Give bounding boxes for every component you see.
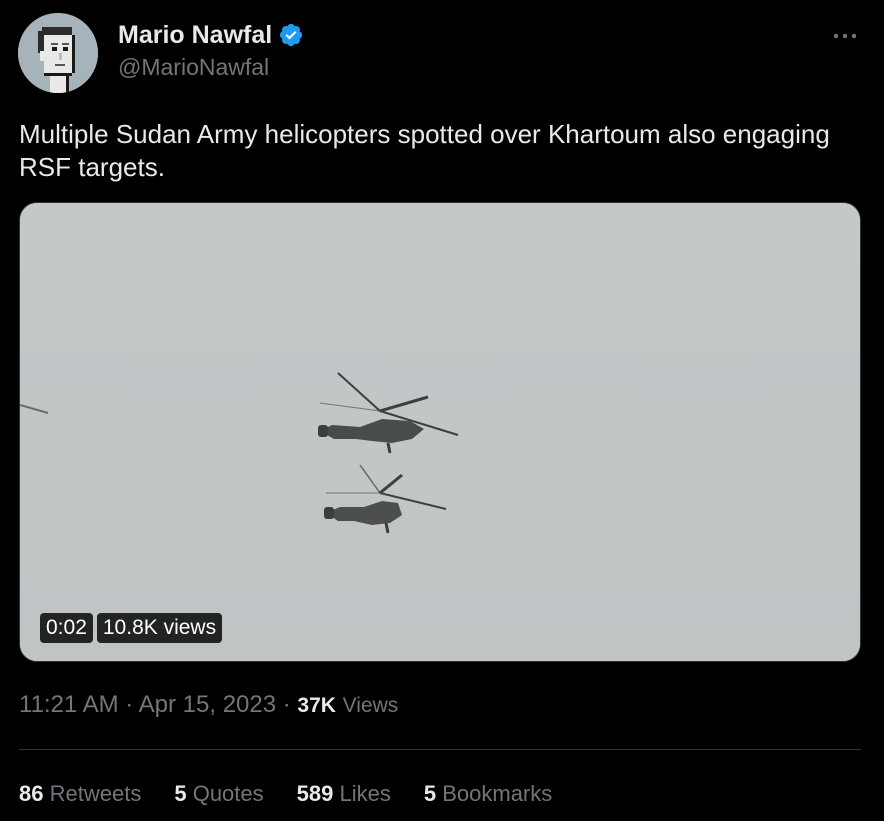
stat-quotes[interactable]: 5 Quotes — [174, 779, 263, 809]
verified-badge-icon — [280, 23, 303, 47]
meta-separator-1: · — [125, 691, 134, 718]
stat-count: 86 — [19, 781, 44, 806]
video-player[interactable]: 0:02 10.8K views — [19, 202, 861, 662]
author-handle[interactable]: @MarioNawfal — [118, 54, 269, 80]
views-count: 37K — [297, 694, 336, 717]
stat-label: Likes — [339, 781, 391, 806]
stat-count: 589 — [296, 781, 334, 806]
stat-count: 5 — [174, 781, 187, 806]
views-label: Views — [342, 694, 399, 717]
engagement-stats: 86 Retweets 5 Quotes 589 Likes 5 Bookmar… — [19, 779, 552, 809]
video-thumbnail — [20, 203, 860, 661]
stat-label: Bookmarks — [442, 781, 553, 806]
author-avatar[interactable] — [18, 13, 98, 93]
tweet-time[interactable]: 11:21 AM — [19, 691, 119, 718]
author-name[interactable]: Mario Nawfal — [118, 21, 304, 49]
stat-likes[interactable]: 589 Likes — [297, 779, 391, 809]
stat-count: 5 — [423, 781, 437, 806]
video-duration: 0:02 — [40, 613, 93, 643]
stat-bookmarks[interactable]: 5 Bookmarks — [424, 779, 552, 809]
stat-label: Retweets — [49, 781, 142, 806]
tweet-meta: 11:21 AM · Apr 15, 2023 · 37K Views — [19, 690, 398, 721]
tweet-text: Multiple Sudan Army helicopters spotted … — [19, 119, 830, 182]
meta-separator-2: · — [282, 691, 291, 718]
author-name-text: Mario Nawfal — [118, 21, 273, 49]
more-options-icon[interactable] — [830, 22, 860, 50]
divider — [19, 749, 861, 750]
video-badges: 0:02 10.8K views — [40, 613, 223, 643]
pixel-art-avatar-icon — [18, 13, 98, 93]
stat-retweets[interactable]: 86 Retweets — [19, 779, 141, 809]
tweet-date[interactable]: Apr 15, 2023 — [139, 691, 276, 718]
stat-label: Quotes — [192, 781, 264, 806]
tweet-card: Mario Nawfal @MarioNawfal Multiple Sudan… — [0, 0, 884, 821]
video-views: 10.8K views — [96, 613, 223, 643]
